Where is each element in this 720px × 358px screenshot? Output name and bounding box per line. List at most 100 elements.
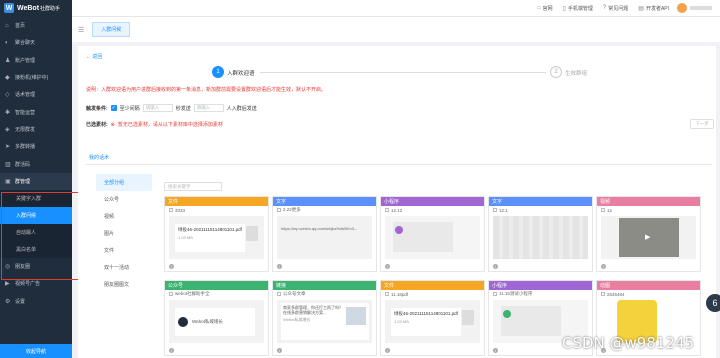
select-checkbox[interactable] — [385, 208, 389, 212]
chart-icon: ▥ — [5, 161, 11, 168]
material-card[interactable]: 小程序 12.12 i — [380, 196, 485, 272]
info-icon[interactable]: i — [385, 347, 390, 353]
toplink-2[interactable]: ? 常见问题 — [603, 5, 628, 12]
card-preview: Webot私域增长 — [169, 300, 264, 343]
sidebar-item-2[interactable]: ♟ 账户管理 — [0, 52, 72, 69]
info-icon[interactable]: i — [601, 263, 606, 269]
settings-icon: ⚙ — [5, 298, 11, 305]
tab-bar: ☰ 入群问候 — [72, 17, 720, 42]
material-card[interactable]: 链接 公众号文章 商家多群管理，你还打工再了吗？在线多群营销解决方案... Webot… — [272, 280, 377, 356]
card-type-label: 动图 — [597, 281, 700, 290]
sidebar-item-5[interactable]: ✱ 智能运营 — [0, 103, 72, 120]
card-preview: ▶ — [601, 216, 696, 259]
sidebar-item-4[interactable]: ◇ 话术管理 — [0, 86, 72, 103]
trigger-checkbox[interactable]: ✓ — [110, 105, 117, 111]
select-checkbox[interactable] — [601, 208, 605, 212]
material-card[interactable]: 文件 3333 绿投46-20211115114801101.pdf 1.03 MB i — [164, 196, 269, 272]
sidebar-item-9[interactable]: ▣ 群管理 — [0, 172, 72, 190]
select-checkbox[interactable] — [601, 292, 605, 296]
info-icon[interactable]: i — [169, 263, 174, 269]
toplink-3[interactable]: ▤ 开发者API — [638, 5, 669, 12]
card-type-label: 小程序 — [489, 281, 592, 290]
sidebar-item-0[interactable]: ⌂ 首页 — [0, 17, 72, 34]
card-title: 2545484 — [607, 291, 625, 297]
home-icon: ⌂ — [536, 5, 541, 11]
mini-program-preview — [501, 306, 561, 336]
mp-name: Webot私域增长 — [192, 319, 223, 324]
card-type-label: 文件 — [381, 281, 484, 290]
search-input[interactable]: 搜索关键字 — [164, 182, 222, 191]
material-card[interactable]: 视频 12 ▶ i — [596, 196, 701, 272]
material-card[interactable]: 公众号 webot社群助手全 Webot私域增长 i — [164, 280, 269, 356]
sidebar-item-7[interactable]: ➤ 多群转播 — [0, 138, 72, 155]
card-title: webot社群助手全 — [175, 291, 210, 296]
material-card[interactable]: 文字 2.22更多 https://mp.weixin.qq.com/s/bjkz9… — [272, 196, 377, 272]
card-preview — [493, 216, 588, 259]
setting-icon: ✱ — [5, 109, 11, 116]
send-icon: ➤ — [5, 144, 11, 151]
sidebar-item-6[interactable]: ◈ 无限群发 — [0, 121, 72, 138]
floating-button[interactable]: 6 — [706, 294, 720, 312]
trigger-mid-text: 秒发送 — [175, 105, 191, 112]
material-card[interactable]: 文字 12.1 i — [488, 196, 593, 272]
card-meta: 3333 — [165, 206, 268, 214]
sidebar-item-8[interactable]: ▥ 群活码 — [0, 155, 72, 172]
count-input[interactable]: 请输入 — [193, 104, 224, 112]
hamburger-icon[interactable]: ☰ — [78, 26, 84, 34]
toplink-1[interactable]: ▯ 手机端管理 — [563, 5, 593, 12]
logo[interactable]: W WeBot社群助手 — [0, 0, 72, 17]
collapse-nav-button[interactable]: 收起导航 — [0, 344, 72, 358]
card-type-label: 文字 — [489, 197, 592, 206]
category-item[interactable]: 公众号 — [96, 191, 152, 208]
card-meta: 2.22更多 — [273, 206, 376, 214]
file-size: 1.03 MB — [394, 319, 409, 324]
mp-logo-icon — [178, 317, 188, 327]
category-item[interactable]: 文件 — [96, 242, 152, 259]
card-title: 12.12 — [391, 207, 403, 213]
link-preview: 商家多群管理，你还打工再了吗？在线多群营销解决方案... Webot私域增长 — [281, 303, 369, 340]
category-item[interactable]: 全部分组 — [96, 174, 152, 191]
sidebar-item-3[interactable]: ◆ 接粉机(维护中) — [0, 69, 72, 86]
sidebar-item-label: 话术管理 — [15, 92, 36, 99]
select-checkbox[interactable] — [385, 292, 389, 296]
card-preview — [385, 216, 480, 259]
toplink-0[interactable]: ⌂ 官网 — [537, 5, 553, 12]
card-preview: 绿投46-20211115114801101.pdf 1.03 MB — [385, 300, 480, 343]
group-icon: ◈ — [5, 126, 10, 133]
interval-input[interactable]: 请输入 — [142, 104, 173, 112]
info-icon[interactable]: i — [385, 263, 390, 269]
select-checkbox[interactable] — [277, 292, 281, 296]
sidebar-item-label: 设置 — [15, 298, 26, 305]
select-checkbox[interactable] — [169, 292, 173, 296]
category-item[interactable]: 视频 — [96, 208, 152, 225]
home-icon: ⌂ — [5, 22, 9, 29]
material-card[interactable]: 文件 11.16pdf 绿投46-20211115114801101.pdf 1.03… — [380, 280, 485, 356]
sidebar-item-label: 群活码 — [15, 161, 31, 168]
info-icon[interactable]: i — [493, 347, 498, 353]
info-icon[interactable]: i — [493, 263, 498, 269]
select-checkbox[interactable] — [493, 208, 497, 212]
info-icon[interactable]: i — [169, 347, 174, 353]
category-item[interactable]: 双十一活动 — [96, 259, 152, 276]
next-button[interactable]: 下一步 — [690, 119, 714, 129]
select-checkbox[interactable] — [169, 208, 173, 212]
trigger-tail-text: 人入群后发送 — [226, 105, 257, 112]
card-footer: i — [489, 261, 592, 271]
tab-active[interactable]: 入群问候 — [92, 22, 131, 37]
info-icon[interactable]: i — [277, 347, 282, 353]
username-placeholder[interactable] — [690, 6, 712, 10]
info-icon[interactable]: i — [277, 263, 282, 269]
sidebar-more-item-2[interactable]: ⚙ 设置 — [0, 293, 72, 310]
sidebar-item-1[interactable]: ◐ 聚合聊天 — [0, 34, 72, 51]
category-item[interactable]: 朋友圈图文 — [96, 276, 152, 293]
back-link[interactable]: ← 返回 — [86, 53, 102, 60]
highlight-box — [1, 192, 90, 280]
card-title: 11.16pdf — [391, 291, 409, 297]
card-preview: https://mp.weixin.qq.com/s/bjkz9uWAVn3..… — [277, 216, 372, 259]
category-item[interactable]: 图片 — [96, 225, 152, 242]
card-meta: 11.15测试小程序 — [489, 290, 592, 298]
avatar[interactable] — [677, 3, 687, 13]
select-checkbox[interactable] — [277, 208, 281, 212]
card-preview: 商家多群管理，你还打工再了吗？在线多群营销解决方案... Webot私域增长 — [277, 300, 372, 343]
select-checkbox[interactable] — [493, 292, 497, 296]
